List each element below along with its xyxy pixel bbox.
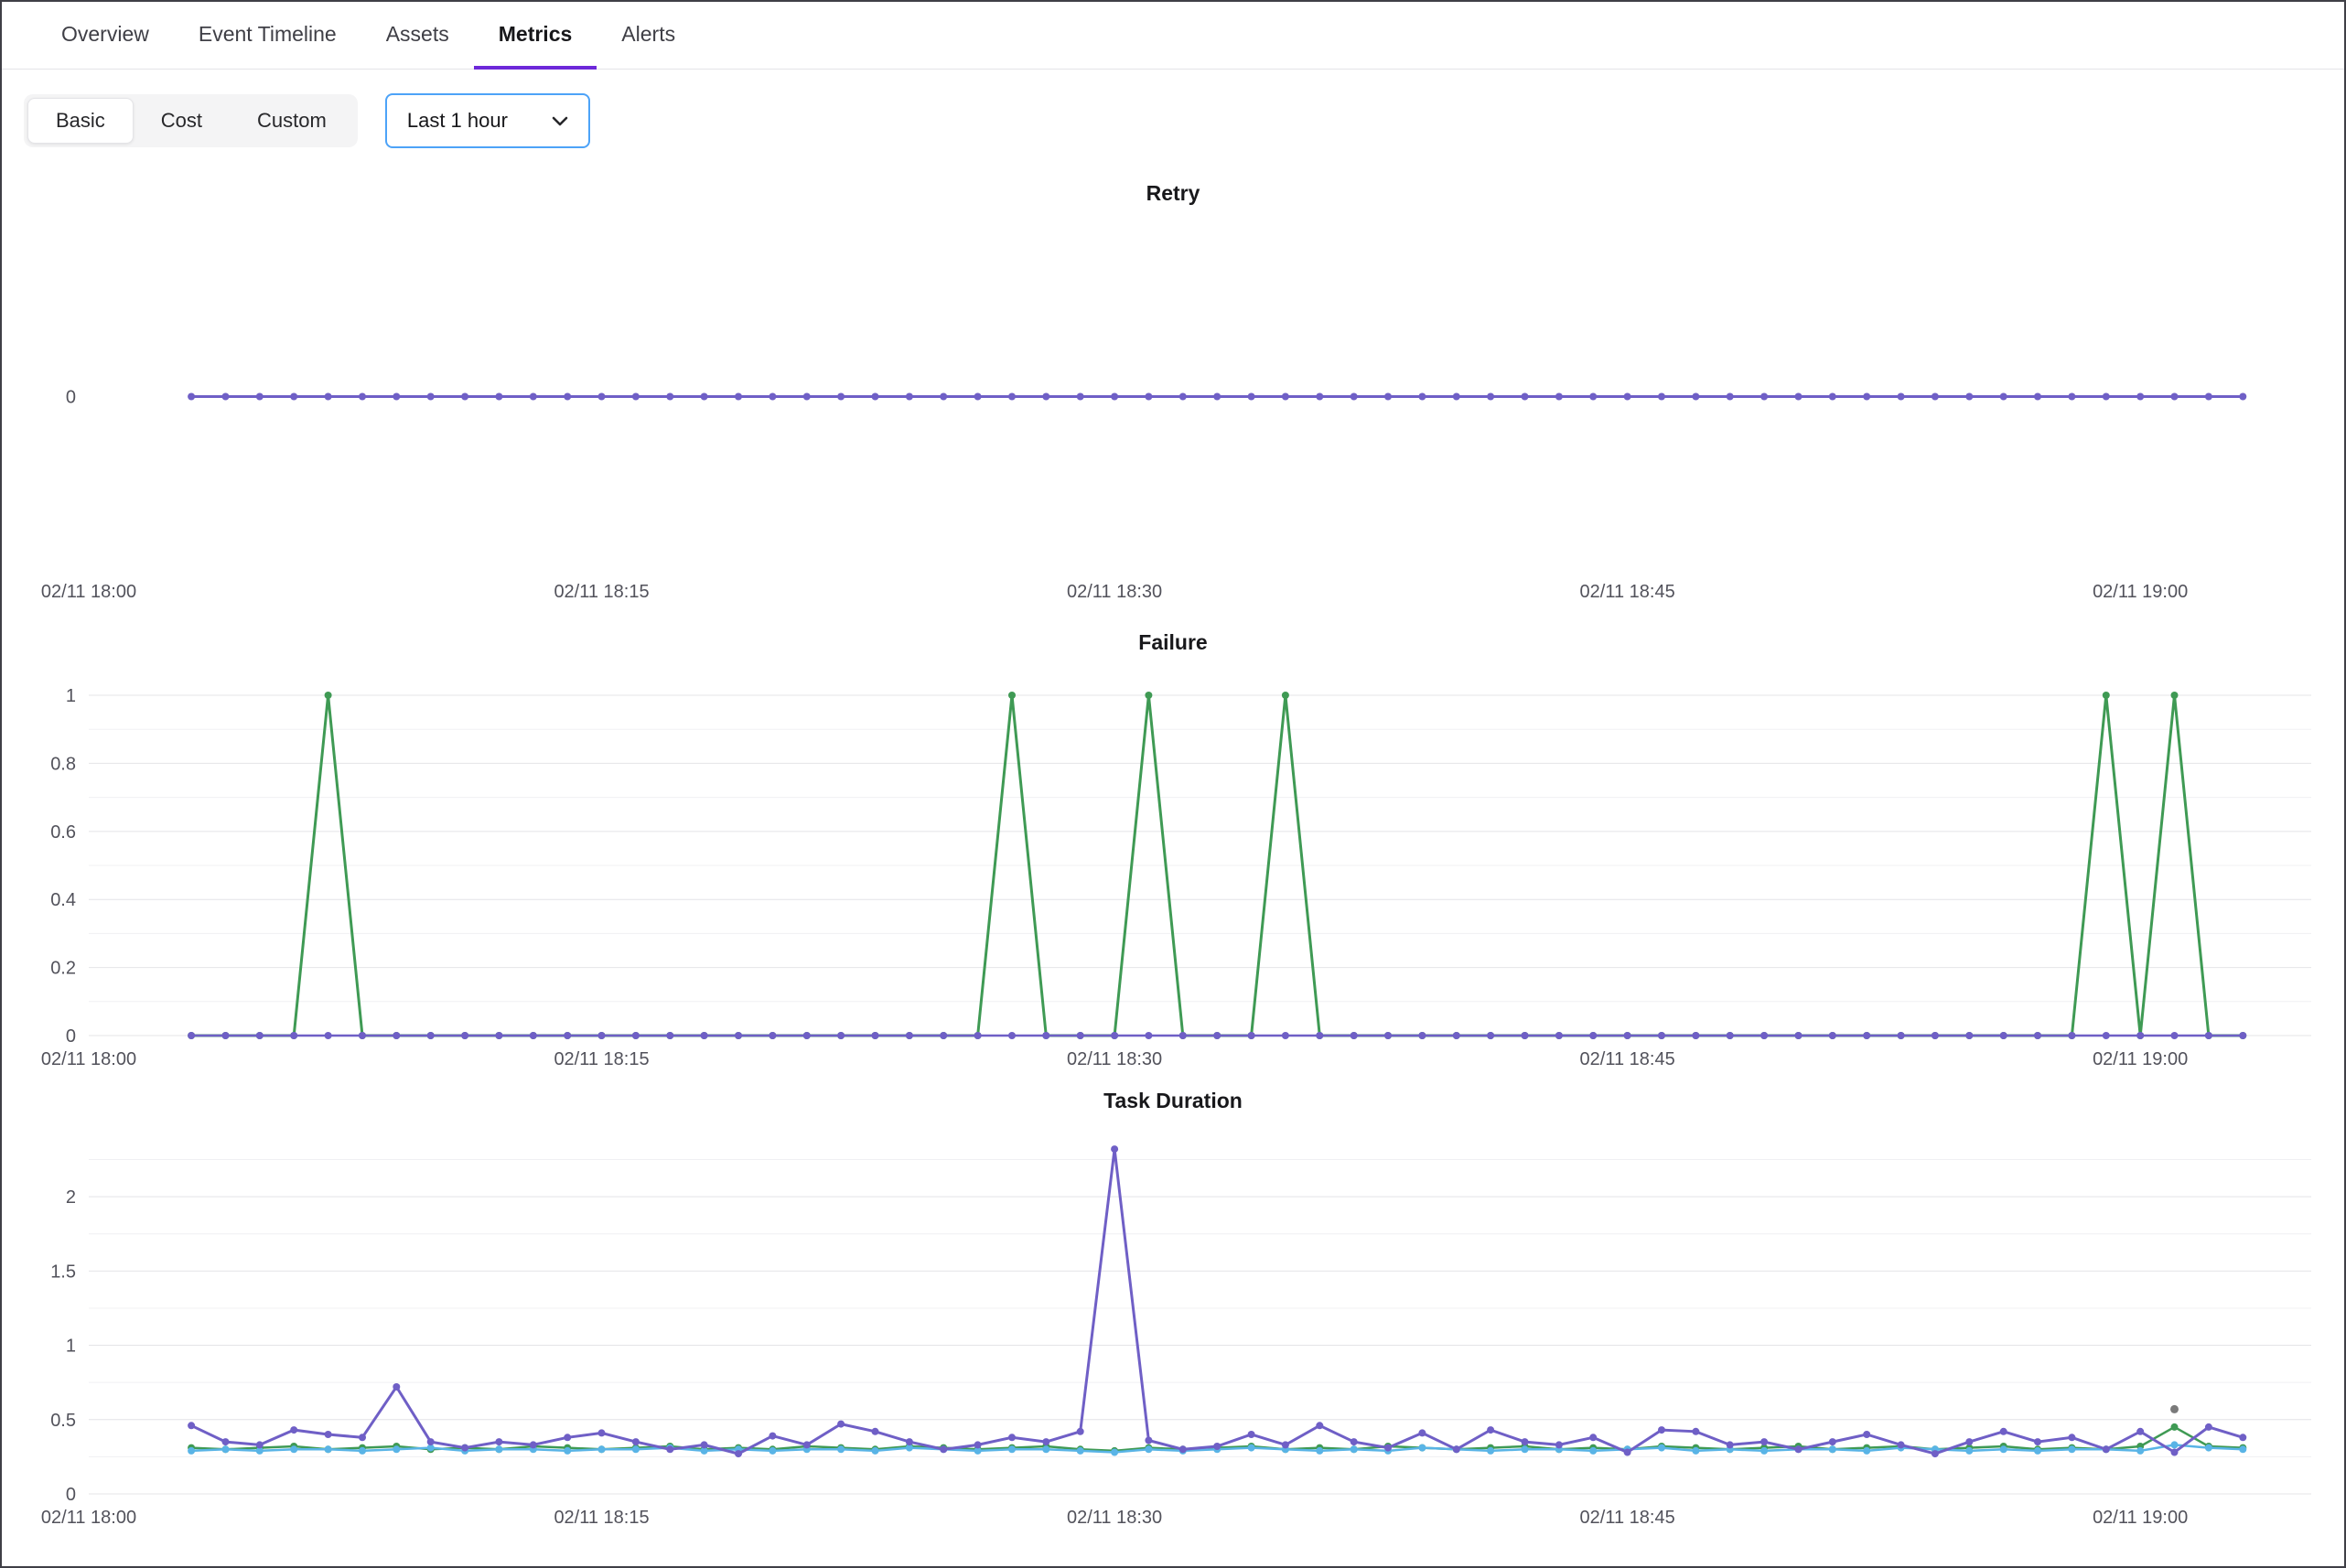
tab-alerts[interactable]: Alerts (597, 2, 700, 70)
failure-chart-plot: 0 0.2 0.4 0.6 0.8 1 02/11 18:00 02/11 18:15 02/1… (2, 660, 2346, 1072)
toggle-option-basic[interactable]: Basic (27, 98, 134, 144)
svg-text:02/11 18:30: 02/11 18:30 (1067, 1049, 1162, 1069)
retry-chart-plot: 0 02/11 18:00 02/11 18:15 02/11 18:30 02/11 … (2, 211, 2346, 614)
svg-text:0.6: 0.6 (50, 822, 76, 843)
svg-text:2: 2 (66, 1187, 76, 1208)
task-duration-chart-title: Task Duration (2, 1089, 2344, 1113)
task-duration-chart: Task Duration 0 0.5 1 1.5 2 02/11 18:00 02/11 … (2, 1089, 2344, 1530)
tab-overview[interactable]: Overview (37, 2, 174, 70)
svg-text:02/11 18:45: 02/11 18:45 (1580, 1049, 1675, 1069)
top-tab-bar: Overview Event Timeline Assets Metrics A… (2, 2, 2344, 70)
svg-text:02/11 18:15: 02/11 18:15 (554, 1049, 649, 1069)
chevron-down-icon (550, 111, 570, 131)
failure-chart: Failure 0 0.2 0.4 0.6 0.8 1 02/11 18:00 02/11 1… (2, 630, 2344, 1072)
page: Overview Event Timeline Assets Metrics A… (0, 0, 2346, 1568)
svg-text:02/11 18:30: 02/11 18:30 (1067, 582, 1162, 602)
toggle-option-cost[interactable]: Cost (134, 98, 230, 144)
svg-text:0.2: 0.2 (50, 959, 76, 979)
task-duration-chart-plot: 0 0.5 1 1.5 2 02/11 18:00 02/11 18:15 02/11 18:… (2, 1119, 2346, 1530)
svg-text:02/11 18:15: 02/11 18:15 (554, 1508, 649, 1528)
retry-chart: Retry 0 02/11 18:00 02/11 18:15 02/11 18:30… (2, 181, 2344, 614)
svg-text:02/11 19:00: 02/11 19:00 (2093, 1508, 2188, 1528)
toggle-option-custom[interactable]: Custom (230, 98, 354, 144)
svg-text:02/11 19:00: 02/11 19:00 (2093, 1049, 2188, 1069)
metrics-controls: Basic Cost Custom Last 1 hour (2, 70, 2344, 165)
tab-assets[interactable]: Assets (361, 2, 474, 70)
svg-text:0.4: 0.4 (50, 890, 76, 910)
metrics-view-toggle: Basic Cost Custom (24, 94, 358, 147)
svg-text:0.5: 0.5 (50, 1411, 76, 1431)
time-range-value: Last 1 hour (407, 109, 508, 133)
svg-text:02/11 19:00: 02/11 19:00 (2093, 582, 2188, 602)
retry-chart-title: Retry (2, 181, 2344, 206)
svg-text:02/11 18:45: 02/11 18:45 (1580, 582, 1675, 602)
tab-event-timeline[interactable]: Event Timeline (174, 2, 361, 70)
svg-text:02/11 18:15: 02/11 18:15 (554, 582, 649, 602)
svg-text:1: 1 (66, 686, 76, 706)
svg-text:1: 1 (66, 1337, 76, 1357)
svg-text:02/11 18:30: 02/11 18:30 (1067, 1508, 1162, 1528)
failure-chart-title: Failure (2, 630, 2344, 655)
svg-text:0: 0 (66, 388, 76, 408)
svg-text:02/11 18:00: 02/11 18:00 (41, 1508, 136, 1528)
svg-text:0.8: 0.8 (50, 754, 76, 774)
svg-text:1.5: 1.5 (50, 1262, 76, 1282)
svg-text:0: 0 (66, 1026, 76, 1047)
svg-text:02/11 18:45: 02/11 18:45 (1580, 1508, 1675, 1528)
time-range-select[interactable]: Last 1 hour (385, 93, 590, 148)
svg-text:02/11 18:00: 02/11 18:00 (41, 1049, 136, 1069)
tab-metrics[interactable]: Metrics (474, 2, 597, 70)
svg-text:0: 0 (66, 1485, 76, 1505)
svg-text:02/11 18:00: 02/11 18:00 (41, 582, 136, 602)
